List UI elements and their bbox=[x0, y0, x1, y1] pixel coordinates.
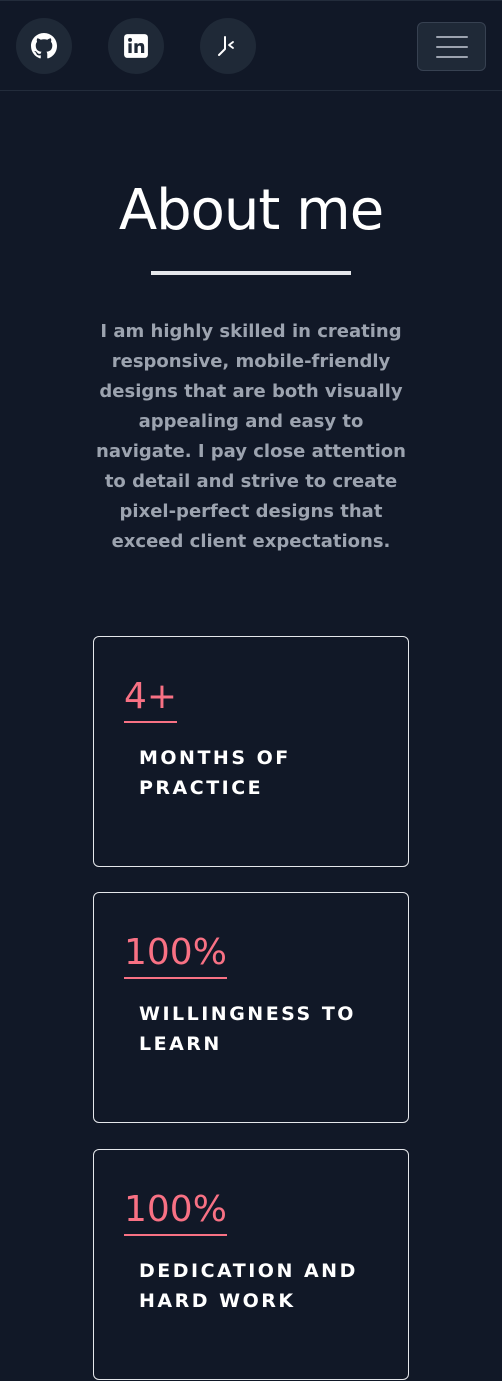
hamburger-menu-icon-bar bbox=[435, 55, 468, 58]
stat-value: 100% bbox=[124, 1188, 227, 1236]
hamburger-menu-button[interactable] bbox=[417, 22, 486, 71]
navbar bbox=[0, 0, 502, 91]
page-title: About me bbox=[118, 178, 384, 243]
hamburger-menu-icon bbox=[435, 35, 468, 38]
kattis-icon bbox=[218, 36, 234, 56]
hamburger-menu-icon-bar bbox=[435, 45, 468, 48]
linkedin-link[interactable] bbox=[108, 18, 164, 74]
about-description: I am highly skilled in creating responsi… bbox=[96, 321, 406, 552]
stat-label: Willingness to learn bbox=[139, 1003, 356, 1055]
stat-value: 100% bbox=[124, 931, 227, 979]
title-underline bbox=[151, 271, 351, 275]
stat-label: Dedication and hard work bbox=[139, 1260, 358, 1312]
stat-card: 100% Dedication and hard work bbox=[93, 1149, 409, 1380]
github-icon bbox=[31, 33, 57, 59]
stat-card: 100% Willingness to learn bbox=[93, 892, 409, 1123]
linkedin-icon bbox=[124, 34, 148, 58]
stat-value: 4+ bbox=[124, 675, 178, 723]
kattis-link[interactable] bbox=[200, 18, 256, 74]
github-link[interactable] bbox=[16, 18, 72, 74]
stat-label: Months of practice bbox=[139, 747, 291, 799]
stat-card: 4+ Months of practice bbox=[93, 636, 409, 867]
